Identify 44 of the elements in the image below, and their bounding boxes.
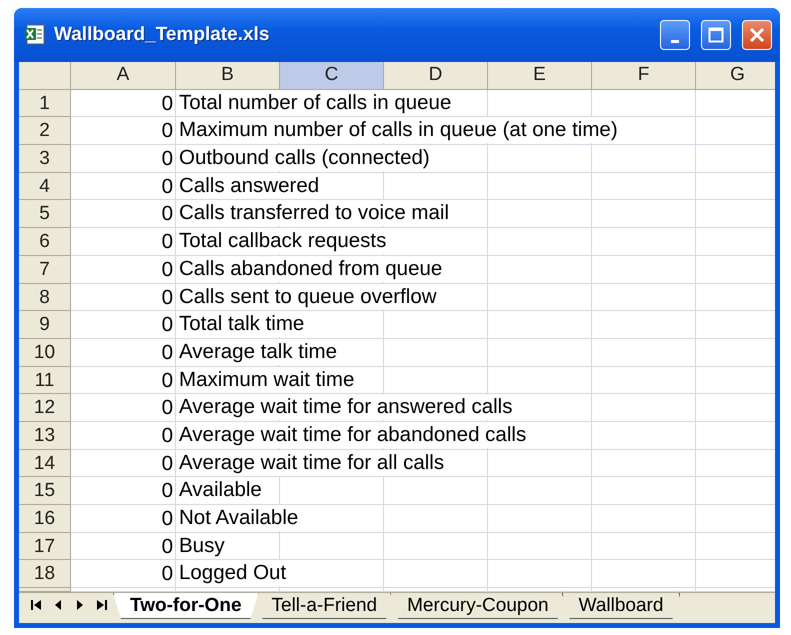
sheet-tab[interactable]: Wallboard [562, 593, 680, 619]
minimize-icon [671, 40, 679, 42]
row-header[interactable]: 15 [19, 477, 71, 505]
row-header[interactable]: 2 [19, 117, 71, 146]
close-icon [749, 27, 765, 43]
row-header[interactable]: 7 [19, 256, 71, 284]
maximize-button[interactable] [701, 20, 731, 50]
column-header[interactable]: B [176, 62, 280, 90]
row-header[interactable]: 1 [19, 90, 71, 118]
close-button[interactable] [742, 20, 772, 50]
table-cell: Total talk time [176, 311, 306, 338]
sheet-tab[interactable]: Two-for-One [113, 593, 259, 619]
row-header[interactable]: 4 [19, 172, 71, 200]
row-header[interactable]: 14 [19, 450, 71, 478]
column-header[interactable]: E [488, 62, 592, 90]
table-cell: Average wait time for all calls [176, 450, 446, 476]
table-cell: Average wait time for abandoned calls [176, 422, 528, 448]
row-header[interactable]: 3 [19, 145, 71, 173]
last-sheet-icon[interactable] [96, 599, 108, 611]
column-header[interactable]: G [696, 62, 775, 90]
row-header[interactable]: 12 [19, 394, 71, 422]
window-title: Wallboard_Template.xls [54, 24, 270, 46]
column-header[interactable]: C [280, 62, 384, 90]
row-header[interactable]: 11 [19, 366, 71, 394]
table-cell: Average talk time [176, 338, 340, 365]
row-header[interactable]: 5 [19, 200, 71, 228]
column-header[interactable]: A [71, 62, 176, 90]
table-cell: Total number of calls in queue [176, 90, 454, 116]
table-cell: Average wait time for answered calls [176, 394, 514, 420]
minimize-button[interactable] [660, 20, 690, 50]
column-header[interactable]: D [384, 62, 488, 90]
table-cell: Total callback requests [176, 228, 388, 254]
row-header[interactable]: 18 [19, 560, 71, 588]
row-header[interactable]: 9 [19, 311, 71, 339]
row-header[interactable]: 10 [19, 338, 71, 367]
first-sheet-icon[interactable] [30, 599, 42, 611]
maximize-icon [708, 27, 724, 43]
row-header[interactable]: 16 [19, 505, 71, 533]
row-header[interactable]: 6 [19, 228, 71, 256]
spreadsheet-icon [24, 24, 46, 46]
row-header[interactable]: 17 [19, 532, 71, 560]
row-header[interactable]: 13 [19, 422, 71, 450]
column-header[interactable]: F [592, 62, 696, 90]
row-header[interactable]: 8 [19, 284, 71, 312]
